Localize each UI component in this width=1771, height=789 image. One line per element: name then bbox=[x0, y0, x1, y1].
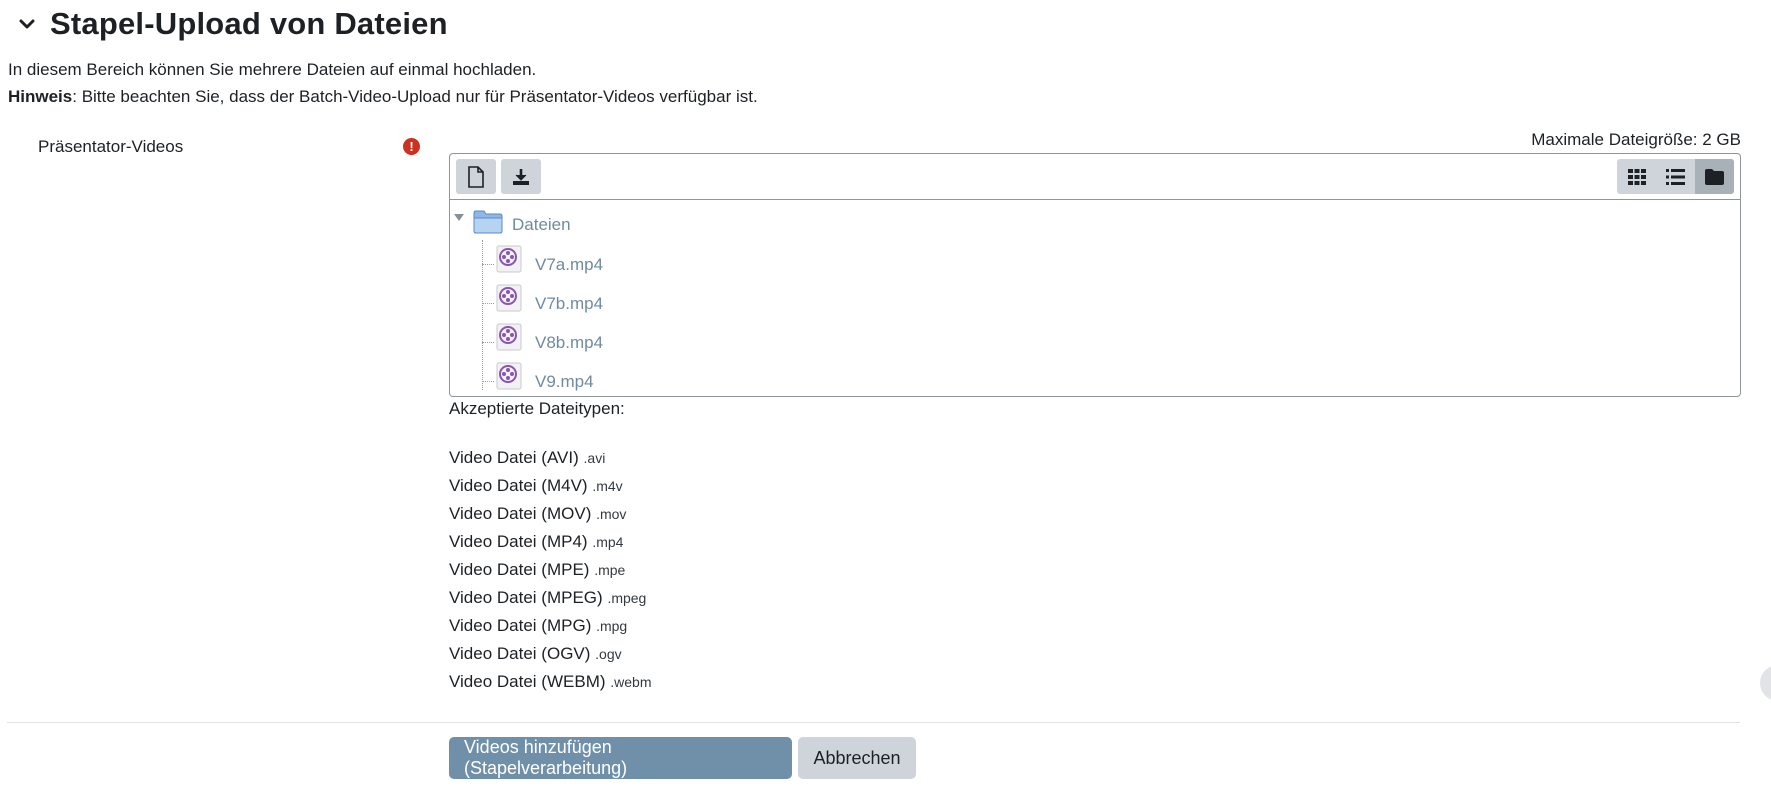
list-item: Video Datei (AVI) .avi bbox=[449, 444, 651, 472]
file-item[interactable]: V8b.mp4 bbox=[482, 322, 782, 352]
grid-view-icon bbox=[1627, 168, 1646, 185]
list-item: Video Datei (WEBM) .webm bbox=[449, 668, 651, 696]
list-view-button[interactable] bbox=[1656, 159, 1695, 194]
grid-view-button[interactable] bbox=[1617, 159, 1656, 194]
type-label: Video Datei (OGV) bbox=[449, 644, 591, 663]
intro-text: In diesem Bereich können Sie mehrere Dat… bbox=[8, 56, 758, 110]
add-videos-batch-button[interactable]: Videos hinzufügen (Stapelverarbeitung) bbox=[449, 737, 792, 779]
type-label: Video Datei (MP4) bbox=[449, 532, 588, 551]
tree-branch bbox=[482, 264, 494, 265]
type-extension: .mov bbox=[596, 506, 627, 522]
list-item: Video Datei (MPEG) .mpeg bbox=[449, 584, 651, 612]
max-file-size: Maximale Dateigröße: 2 GB bbox=[1531, 130, 1741, 149]
list-item: Video Datei (M4V) .m4v bbox=[449, 472, 651, 500]
type-extension: .webm bbox=[610, 674, 652, 690]
tree-branch bbox=[482, 381, 494, 382]
intro-note: Hinweis: Bitte beachten Sie, dass der Ba… bbox=[8, 83, 758, 110]
file-manager-toolbar bbox=[450, 154, 1740, 200]
type-extension: .mp4 bbox=[592, 534, 624, 550]
file-name: V9.mp4 bbox=[535, 372, 594, 391]
video-file-icon bbox=[496, 362, 522, 390]
intro-line: In diesem Bereich können Sie mehrere Dat… bbox=[8, 60, 537, 79]
folder-tree-view-icon bbox=[1705, 168, 1724, 185]
accepted-types-heading: Akzeptierte Dateitypen: bbox=[449, 399, 625, 418]
file-name: V7a.mp4 bbox=[535, 255, 604, 274]
type-extension: .mpg bbox=[596, 618, 628, 634]
type-label: Video Datei (MPEG) bbox=[449, 588, 603, 607]
section-header: Stapel-Upload von Dateien bbox=[16, 6, 448, 42]
file-item[interactable]: V9.mp4 bbox=[482, 361, 782, 391]
type-label: Video Datei (M4V) bbox=[449, 476, 588, 495]
download-button[interactable] bbox=[501, 159, 541, 194]
file-manager: Dateien V7a.mp4 V7b.mp4 V8b.mp4 V9.mp4 bbox=[449, 153, 1741, 397]
file-item[interactable]: V7a.mp4 bbox=[482, 244, 782, 274]
list-item: Video Datei (OGV) .ogv bbox=[449, 640, 651, 668]
list-item: Video Datei (MPE) .mpe bbox=[449, 556, 651, 584]
type-label: Video Datei (WEBM) bbox=[449, 672, 606, 691]
cancel-button[interactable]: Abbrechen bbox=[798, 737, 916, 779]
note-text: : Bitte beachten Sie, dass der Batch-Vid… bbox=[72, 87, 758, 106]
video-file-icon bbox=[496, 245, 522, 273]
accepted-types-list: Video Datei (AVI) .avi Video Datei (M4V)… bbox=[449, 444, 651, 696]
file-item[interactable]: V7b.mp4 bbox=[482, 283, 782, 313]
field-label: Präsentator-Videos bbox=[38, 137, 184, 156]
type-extension: .ogv bbox=[595, 646, 622, 662]
type-extension: .mpeg bbox=[607, 590, 647, 606]
list-item: Video Datei (MP4) .mp4 bbox=[449, 528, 651, 556]
folder-icon bbox=[473, 210, 503, 234]
folder-dateien[interactable]: Dateien bbox=[512, 215, 571, 235]
type-label: Video Datei (MPG) bbox=[449, 616, 592, 635]
type-extension: .avi bbox=[583, 450, 606, 466]
list-item: Video Datei (MOV) .mov bbox=[449, 500, 651, 528]
tree-branch bbox=[482, 303, 494, 304]
file-name: V8b.mp4 bbox=[535, 333, 604, 352]
file-icon bbox=[468, 165, 484, 188]
type-label: Video Datei (AVI) bbox=[449, 448, 579, 467]
floating-help-button[interactable] bbox=[1760, 665, 1771, 701]
caret-down-icon[interactable] bbox=[454, 214, 464, 221]
tree-branch bbox=[482, 342, 494, 343]
file-name: V7b.mp4 bbox=[535, 294, 604, 313]
list-view-icon bbox=[1666, 168, 1685, 185]
divider bbox=[7, 722, 1740, 723]
type-label: Video Datei (MOV) bbox=[449, 504, 592, 523]
note-label: Hinweis bbox=[8, 87, 73, 106]
download-icon bbox=[513, 168, 529, 185]
folder-tree-view-button[interactable] bbox=[1695, 159, 1734, 194]
chevron-down-icon[interactable] bbox=[16, 13, 38, 35]
video-file-icon bbox=[496, 323, 522, 351]
batch-upload-page: Stapel-Upload von Dateien In diesem Bere… bbox=[0, 0, 1771, 789]
section-title: Stapel-Upload von Dateien bbox=[50, 6, 448, 41]
type-extension: .mpe bbox=[594, 562, 626, 578]
type-extension: .m4v bbox=[592, 478, 623, 494]
list-item: Video Datei (MPG) .mpg bbox=[449, 612, 651, 640]
video-file-icon bbox=[496, 284, 522, 312]
type-label: Video Datei (MPE) bbox=[449, 560, 590, 579]
add-file-button[interactable] bbox=[456, 159, 496, 194]
file-tree: Dateien V7a.mp4 V7b.mp4 V8b.mp4 V9.mp4 bbox=[450, 200, 1740, 396]
view-switcher bbox=[1617, 159, 1734, 194]
exclamation-circle-icon: ! bbox=[403, 138, 420, 155]
